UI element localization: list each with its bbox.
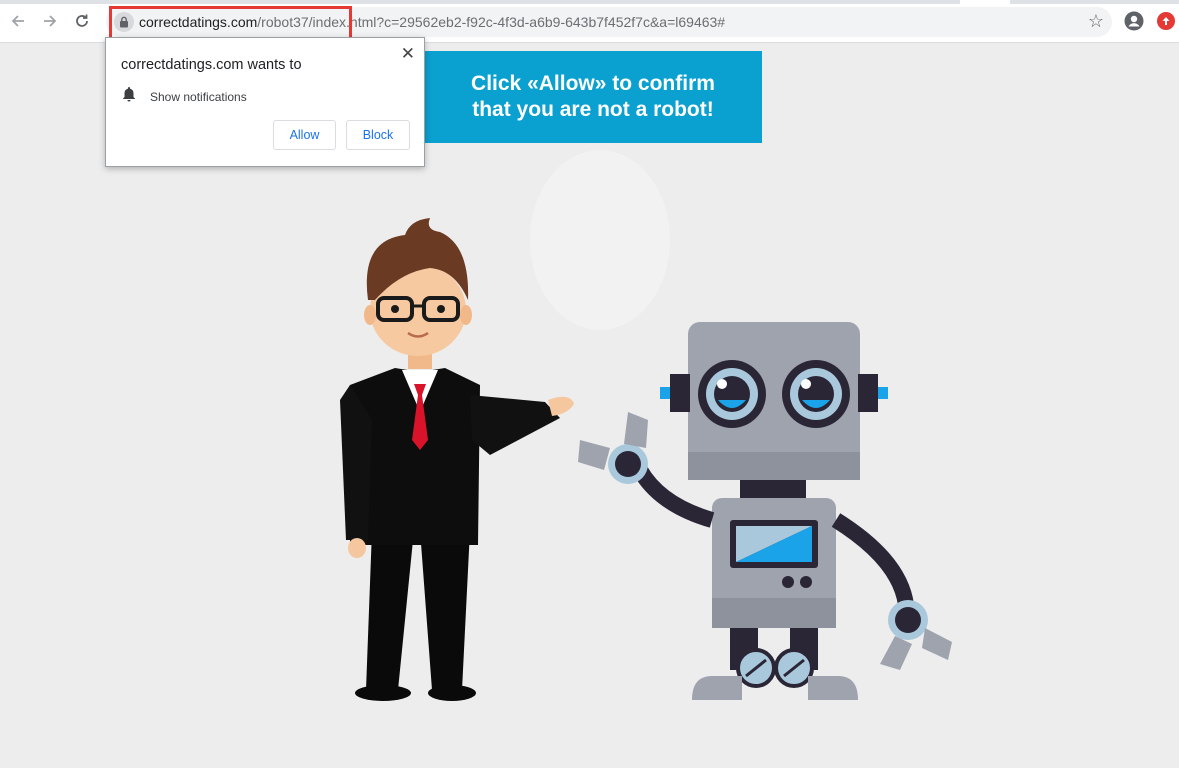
robot-figure [578, 322, 952, 700]
popup-title: correctdatings.com wants to [121, 57, 302, 73]
background-glow [530, 150, 670, 330]
permission-label: Show notifications [150, 89, 247, 104]
close-icon[interactable]: ✕ [401, 44, 415, 64]
bell-icon [122, 86, 136, 107]
allow-button[interactable]: Allow [273, 120, 336, 150]
notification-permission-popup: correctdatings.com wants to ✕ Show notif… [105, 37, 425, 167]
permission-row: Show notifications [122, 86, 247, 107]
block-button[interactable]: Block [346, 120, 410, 150]
businessman-figure [340, 218, 574, 701]
